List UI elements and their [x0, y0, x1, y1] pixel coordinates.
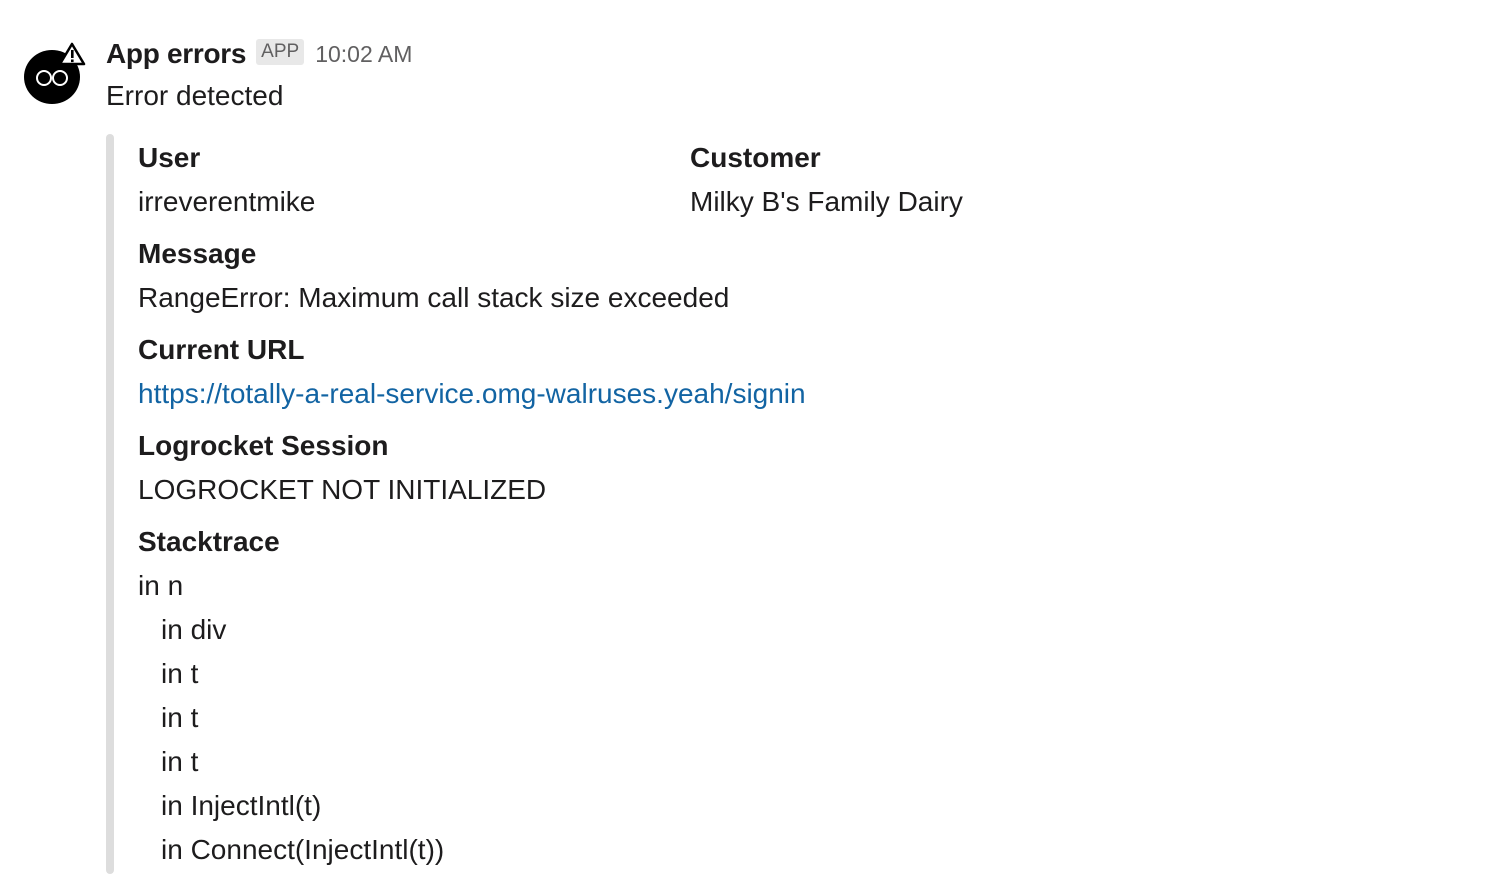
stacktrace-line: in div: [161, 614, 227, 645]
attachment: User irreverentmike Customer Milky B's F…: [106, 134, 1406, 874]
field-title-message: Message: [138, 238, 257, 269]
message-text: Error detected: [106, 80, 284, 111]
field-logrocket-session: Logrocket Session LOGROCKET NOT INITIALI…: [138, 424, 546, 512]
field-message: Message RangeError: Maximum call stack s…: [138, 232, 729, 320]
current-url-link[interactable]: https://totally-a-real-service.omg-walru…: [138, 378, 806, 409]
stacktrace-line: in t: [161, 658, 199, 689]
field-value-user: irreverentmike: [138, 186, 316, 217]
field-title-logrocket-session: Logrocket Session: [138, 430, 389, 461]
field-title-stacktrace: Stacktrace: [138, 526, 280, 557]
stacktrace-line: in t: [161, 702, 199, 733]
attachment-color-bar: [106, 134, 114, 874]
field-stacktrace: Stacktrace in n in div in t in t in t in…: [138, 520, 444, 872]
stacktrace-line: in n: [138, 570, 184, 601]
field-value-current-url: https://totally-a-real-service.omg-walru…: [138, 372, 806, 416]
slack-message: App errors APP 10:02 AM Error detected U…: [0, 0, 1502, 874]
robot-warning-icon: [24, 42, 86, 104]
message-timestamp[interactable]: 10:02 AM: [315, 41, 412, 68]
field-title-current-url: Current URL: [138, 334, 305, 365]
field-value-logrocket-session: LOGROCKET NOT INITIALIZED: [138, 474, 547, 505]
field-title-customer: Customer: [690, 142, 821, 173]
app-avatar[interactable]: [22, 40, 86, 106]
field-title-user: User: [138, 142, 201, 173]
message-header: App errors APP 10:02 AM: [106, 36, 412, 72]
field-customer: Customer Milky B's Family Dairy: [690, 136, 963, 224]
field-current-url: Current URL https://totally-a-real-servi…: [138, 328, 806, 416]
app-name[interactable]: App errors: [106, 38, 246, 70]
stacktrace-line: in InjectIntl(t): [161, 790, 322, 821]
field-user: User irreverentmike: [138, 136, 315, 224]
app-badge: APP: [256, 39, 305, 65]
field-value-message: RangeError: Maximum call stack size exce…: [138, 282, 730, 313]
stacktrace-line: in Connect(InjectIntl(t)): [161, 834, 445, 865]
field-value-customer: Milky B's Family Dairy: [690, 186, 963, 217]
stacktrace-line: in t: [161, 746, 199, 777]
